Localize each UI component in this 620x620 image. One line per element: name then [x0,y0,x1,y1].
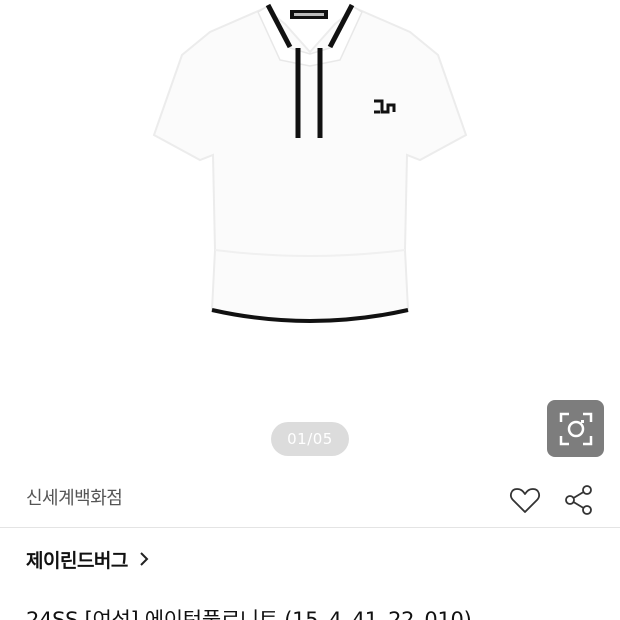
seller-name[interactable]: 신세계백화점 [26,484,123,510]
image-counter: 01/05 [271,422,349,456]
product-image[interactable] [140,0,480,340]
heart-icon [510,488,540,513]
share-icon [565,485,592,515]
brand-link[interactable]: 제이린드버그 [26,545,150,573]
camera-lens-icon [559,412,592,445]
section-divider [0,527,620,528]
product-image-gallery[interactable]: 01/05 [0,0,620,470]
chevron-right-icon [140,552,149,566]
lens-search-button[interactable] [547,400,604,457]
share-button[interactable] [563,484,595,516]
brand-name: 제이린드버그 [26,549,128,572]
product-title: 24SS [여성] 에이턴풀로니트 (15_4_41_22_010) [26,608,472,620]
wishlist-button[interactable] [509,484,541,516]
